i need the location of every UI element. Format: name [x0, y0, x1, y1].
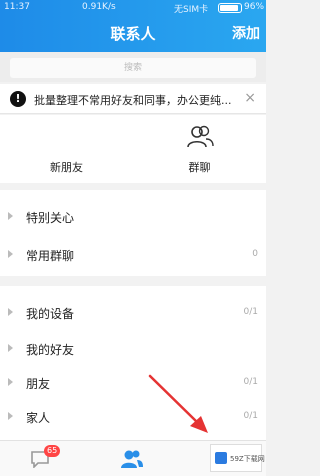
chevron-right-icon — [8, 212, 13, 220]
chevron-right-icon — [8, 344, 13, 352]
group-chat-label: 群聊 — [188, 161, 211, 174]
notice-banner[interactable]: ! 批量整理不常用好友和同事，办公更纯... × — [0, 84, 266, 114]
group-count: 0 — [252, 249, 258, 259]
unread-badge: 65 — [44, 445, 61, 457]
close-icon[interactable]: × — [244, 90, 256, 106]
group-count: 0/1 — [243, 307, 258, 317]
group-icon — [186, 125, 214, 148]
group-row-friends[interactable]: 朋友 0/1 — [0, 366, 266, 400]
watermark-logo: 59Z下载网 — [210, 444, 265, 472]
group-row-devices[interactable]: 我的设备 0/1 — [0, 296, 266, 330]
status-network: 无SIM卡 — [174, 5, 209, 15]
group-label: 我的设备 — [26, 307, 75, 321]
contact-groups: 特别关心 常用群聊 0 我的设备 0/1 我的好友 朋友 0/1 家人 0/1 — [0, 190, 266, 440]
logo-icon — [215, 452, 227, 464]
watermark-text: 59Z下载网 — [230, 455, 265, 463]
chevron-right-icon — [8, 250, 13, 258]
group-row-special[interactable]: 特别关心 — [0, 200, 266, 234]
page-title: 联系人 — [110, 25, 156, 43]
group-chat-button[interactable]: 群聊 — [133, 115, 266, 183]
group-label: 朋友 — [26, 377, 51, 391]
status-time: 11:37 — [4, 2, 30, 12]
battery-icon — [218, 3, 242, 13]
info-icon: ! — [10, 91, 26, 107]
contacts-icon — [121, 450, 143, 468]
new-friends-button[interactable]: 新朋友 — [0, 115, 133, 183]
tab-contacts[interactable] — [88, 441, 176, 476]
group-row-common-chats[interactable]: 常用群聊 0 — [0, 238, 266, 272]
group-label: 常用群聊 — [26, 249, 75, 263]
chevron-right-icon — [8, 308, 13, 316]
notice-text: 批量整理不常用好友和同事，办公更纯... — [34, 94, 232, 107]
section-divider — [0, 276, 266, 286]
group-label: 我的好友 — [26, 343, 75, 357]
group-row-my-friends[interactable]: 我的好友 — [0, 332, 266, 366]
chevron-right-icon — [8, 412, 13, 420]
group-label: 家人 — [26, 411, 51, 425]
new-friends-label: 新朋友 — [50, 161, 83, 174]
group-count: 0/1 — [243, 411, 258, 421]
group-row-family[interactable]: 家人 0/1 — [0, 400, 266, 434]
quick-entries: 新朋友 群聊 — [0, 115, 266, 183]
chevron-right-icon — [8, 378, 13, 386]
header-bar: 11:37 0.91K/s 无SIM卡 96% 联系人 添加 — [0, 0, 266, 52]
search-input[interactable]: 搜索 — [10, 58, 256, 78]
search-bar: 搜索 — [0, 52, 266, 82]
group-label: 特别关心 — [26, 211, 75, 225]
tab-messages[interactable]: 65 — [0, 441, 88, 476]
status-speed: 0.91K/s — [82, 2, 116, 12]
status-battery: 96% — [244, 2, 265, 12]
status-bar: 11:37 0.91K/s 无SIM卡 96% — [0, 0, 266, 16]
add-button[interactable]: 添加 — [232, 23, 260, 43]
group-count: 0/1 — [243, 377, 258, 387]
